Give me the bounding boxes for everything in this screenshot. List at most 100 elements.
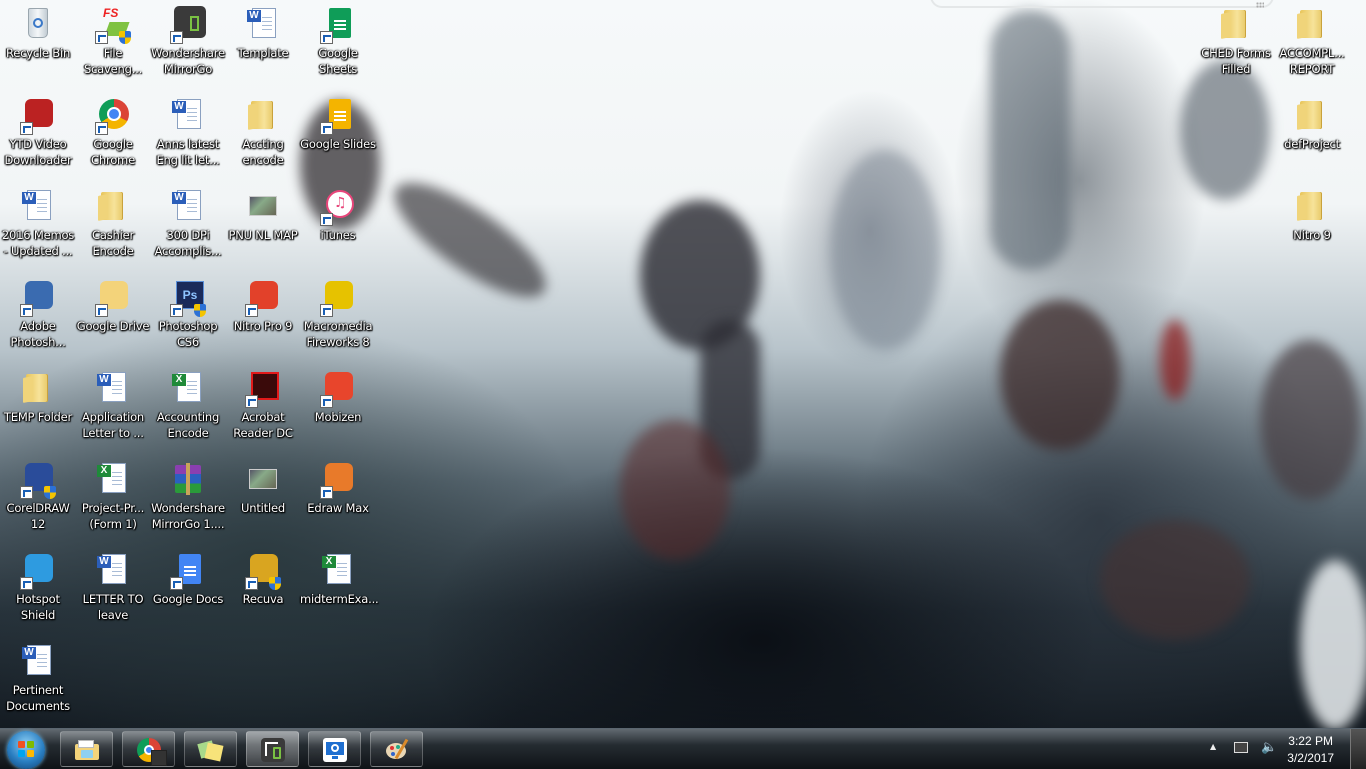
desktop-icon[interactable]: W Pertinent Documents (0, 639, 76, 727)
mirrorgo-icon (261, 738, 285, 762)
taskbar-chrome-button[interactable] (122, 731, 175, 767)
shortcut-arrow-icon (245, 577, 258, 590)
desktop-icon-label: YTD Video Downloader (4, 137, 72, 167)
word-doc-icon: W (170, 97, 206, 133)
shortcut-arrow-icon (20, 304, 33, 317)
taskbar-sticky-notes-button[interactable] (184, 731, 237, 767)
desktop-icon-label: Project-Pr... (Form 1) (81, 501, 145, 531)
desktop-icon[interactable]: Mobizen (300, 366, 376, 454)
desktop-icon[interactable]: Google Sheets (300, 2, 376, 90)
desktop-icon[interactable]: X Project-Pr... (Form 1) (75, 457, 151, 545)
word-doc-icon: W (95, 370, 131, 406)
coreldraw-icon (20, 461, 56, 499)
desktop-icon[interactable]: W 2016 Memos - Updated ... (0, 184, 76, 272)
desktop-icon[interactable]: YTD Video Downloader (0, 93, 76, 181)
desktop-icon[interactable]: Macromedia Fireworks 8 (300, 275, 376, 363)
folder-icon (1294, 6, 1330, 42)
shortcut-arrow-icon (95, 304, 108, 317)
desktop-icon[interactable]: Acrobat Reader DC (225, 366, 301, 454)
desktop-icon-label: Recycle Bin (5, 46, 71, 60)
desktop-icon[interactable]: Nitro 9 (1274, 184, 1350, 272)
network-icon[interactable] (1234, 742, 1248, 753)
desktop-icon[interactable]: CHED Forms Filled (1198, 2, 1274, 90)
desktop-icon-label: Anns latest Eng lit let... (156, 137, 220, 167)
desktop-icon[interactable]: FS File Scaveng... (75, 2, 151, 90)
desktop-icon-label: Edraw Max (307, 501, 369, 515)
taskbar-paint-button[interactable] (370, 731, 423, 767)
folder-icon (245, 97, 281, 133)
desktop-icon[interactable]: Untitled (225, 457, 301, 545)
folder-icon (20, 370, 56, 406)
shortcut-arrow-icon (95, 122, 108, 135)
desktop-icon[interactable]: W 300 DPi Accomplis... (150, 184, 226, 272)
desktop-icon[interactable]: W Template (225, 2, 301, 90)
google-docs-icon (170, 552, 206, 590)
shortcut-arrow-icon (320, 304, 333, 317)
desktop: Recycle Bin FS File Scaveng... Wondershare … (0, 0, 1366, 728)
desktop-icon-label: Application Letter to ... (81, 410, 145, 440)
desktop-icon[interactable]: Cashier Encode (75, 184, 151, 272)
start-button[interactable] (7, 731, 45, 769)
taskbar-explorer-button[interactable] (60, 731, 113, 767)
desktop-icon[interactable]: XmidtermExa... (300, 548, 379, 636)
desktop-icon-label: iTunes (320, 228, 356, 242)
volume-icon[interactable]: 🔈 (1261, 741, 1277, 755)
desktop-icon[interactable]: Recycle Bin (0, 2, 76, 90)
desktop-icon[interactable]: Google Drive (75, 275, 151, 363)
desktop-icon[interactable]: Adobe Photosh... (0, 275, 76, 363)
desktop-icon-label: Accting encode (242, 137, 284, 167)
desktop-icon[interactable]: Accting encode (225, 93, 301, 181)
desktop-icon-label: Pertinent Documents (6, 683, 70, 713)
chrome-icon (137, 738, 167, 766)
chrome-icon (95, 97, 131, 135)
excel-doc-icon: X (170, 370, 206, 406)
desktop-icon[interactable]: W LETTER TO leave (75, 548, 151, 636)
taskbar-settings-monitor-button[interactable] (308, 731, 361, 767)
folder-icon (95, 188, 131, 224)
recuva-icon (245, 552, 281, 590)
desktop-icon-label: Photoshop CS6 (158, 319, 218, 349)
mobizen-icon (320, 370, 356, 408)
profile-avatar-badge (151, 750, 167, 766)
shortcut-arrow-icon (20, 577, 33, 590)
desktop-icon[interactable]: Nitro Pro 9 (225, 275, 301, 363)
desktop-icon-label: Adobe Photosh... (10, 319, 66, 349)
photoshop-album-icon (20, 279, 56, 317)
word-doc-icon: W (20, 188, 56, 224)
desktop-icon-label: Nitro 9 (1293, 228, 1331, 242)
desktop-icon-label: Accounting Encode (156, 410, 220, 440)
desktop-icon[interactable]: ♫ iTunes (300, 184, 376, 272)
desktop-icon[interactable]: Google Slides (300, 93, 376, 181)
show-hidden-icons-button[interactable]: ▲ (1210, 742, 1216, 751)
desktop-icon-label: 300 DPi Accomplis... (154, 228, 222, 258)
desktop-icon[interactable]: PNU NL MAP (225, 184, 301, 272)
desktop-icon-label: File Scaveng... (83, 46, 143, 76)
desktop-icon[interactable]: Hotspot Shield (0, 548, 76, 636)
word-doc-icon: W (95, 552, 131, 588)
desktop-icon[interactable]: ACCOMPL... REPORT (1274, 2, 1350, 90)
desktop-icon[interactable]: Google Docs (150, 548, 226, 636)
desktop-icon-label: PNU NL MAP (228, 228, 298, 242)
desktop-icon[interactable]: W Anns latest Eng lit let... (150, 93, 226, 181)
desktop-icon[interactable]: Google Chrome (75, 93, 151, 181)
desktop-icon-label: Google Slides (300, 137, 376, 151)
show-desktop-button[interactable] (1350, 729, 1366, 769)
desktop-icon[interactable]: CorelDRAW 12 (0, 457, 76, 545)
taskbar-mirrorgo-button[interactable] (246, 731, 299, 767)
desktop-icon[interactable]: TEMP Folder (0, 366, 76, 454)
desktop-icon[interactable]: X Accounting Encode (150, 366, 226, 454)
settings-monitor-icon (323, 738, 347, 762)
shortcut-arrow-icon (20, 486, 33, 499)
sticky-notes-icon (197, 738, 224, 762)
desktop-icon[interactable]: defProject (1274, 93, 1350, 181)
shortcut-arrow-icon (170, 577, 183, 590)
desktop-icon[interactable]: Wondershare MirrorGo 1.... (150, 457, 226, 545)
desktop-icon[interactable]: W Application Letter to ... (75, 366, 151, 454)
clock[interactable]: 3:22 PM 3/2/2017 (1287, 733, 1334, 767)
desktop-icon[interactable]: Edraw Max (300, 457, 376, 545)
desktop-icon[interactable]: Ps Photoshop CS6 (150, 275, 226, 363)
desktop-icon-label: LETTER TO leave (82, 592, 144, 622)
desktop-icon[interactable]: Recuva (225, 548, 301, 636)
desktop-icon[interactable]: Wondershare MirrorGo (150, 2, 226, 90)
desktop-icon-label: CHED Forms Filled (1201, 46, 1271, 76)
